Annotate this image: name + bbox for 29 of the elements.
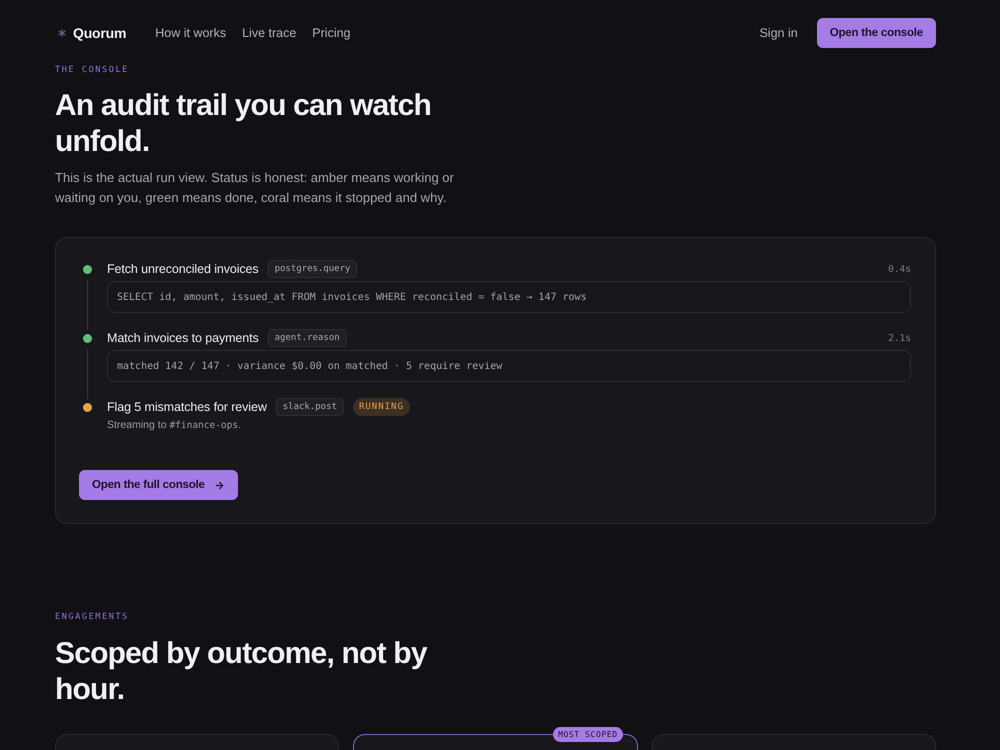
plan-badge: MOST SCOPED — [553, 727, 623, 742]
step-note: Streaming to #finance-ops. — [107, 418, 242, 433]
timeline-connector — [86, 280, 88, 330]
status-badge: RUNNING — [352, 398, 410, 416]
nav-link[interactable]: Live trace — [242, 26, 296, 40]
section-heading: Scoped by outcome, not by hour. — [55, 636, 428, 708]
step-duration: 0.4s — [888, 264, 911, 274]
section-eyebrow: THE CONSOLE — [55, 64, 129, 76]
section-heading: An audit trail you can watch unfold. — [55, 88, 432, 160]
nav-link[interactable]: Pricing — [312, 26, 351, 40]
arrow-right-icon — [214, 480, 225, 490]
step-duration: 2.1s — [888, 332, 911, 344]
asterisk-logo-icon — [58, 29, 66, 37]
timeline-connector — [86, 349, 88, 399]
open-console-button[interactable]: Open the console — [816, 18, 936, 48]
brand-name[interactable]: Quorum — [73, 25, 126, 41]
output-box: SELECT id, amount, issued_at FROM invoices WHERE reconciled = false → 147 rows — [107, 281, 911, 313]
output-box: matched 142 / 147 · variance $0.00 on matched · 5 require review — [107, 350, 911, 382]
step-title: Flag 5 mismatches for review — [107, 400, 267, 414]
intro-paragraph: This is the actual run view. Status is honest: amber means working or waiting on you, green means done, coral means it stopped and why. — [55, 169, 455, 207]
step-title: Match invoices to payments — [107, 331, 259, 345]
nav-link[interactable]: How it works — [155, 26, 226, 40]
tool-tag: postgres.query — [268, 260, 358, 278]
tool-tag: agent.reason — [268, 329, 347, 347]
open-full-console-button[interactable]: Open the full console — [79, 470, 238, 500]
step-title: Fetch unreconciled invoices — [107, 262, 259, 276]
sign-in-link[interactable]: Sign in — [759, 26, 798, 40]
section-eyebrow: ENGAGEMENTS — [55, 611, 129, 623]
tool-tag: slack.post — [276, 398, 344, 416]
